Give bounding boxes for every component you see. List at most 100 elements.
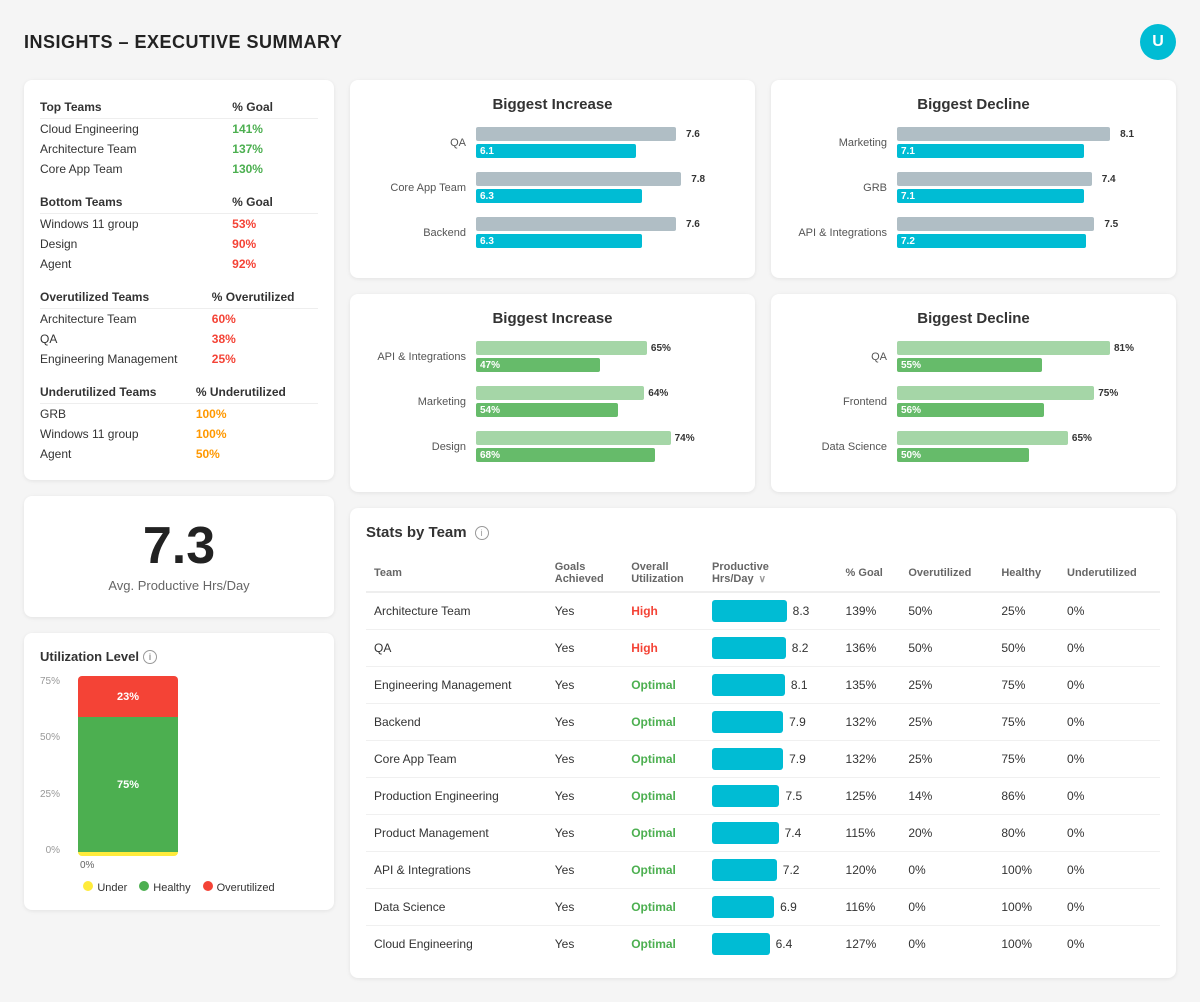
col-prod: ProductiveHrs/Day ∨ [704, 555, 838, 592]
stats-info-icon[interactable]: i [475, 526, 489, 540]
bar-row: QA 7.6 6.1 [366, 127, 739, 158]
table-row: Engineering Management Yes Optimal 8.1 1… [366, 667, 1160, 704]
list-item: Core App Team130% [40, 159, 318, 179]
avg-productive-card: 7.3 Avg. Productive Hrs/Day [24, 496, 334, 617]
underutil-col-name: Underutilized Teams [40, 381, 196, 404]
decline-util-bars: QA 81% 55% Frontend 75% [787, 341, 1160, 462]
biggest-increase-goal-card: Biggest Increase QA 7.6 6.1 Core App Tea… [350, 80, 755, 278]
list-item: Windows 11 group100% [40, 424, 318, 444]
util-legend: Under Healthy Overutilized [40, 881, 318, 894]
stats-table-body: Architecture Team Yes High 8.3 139% 50% … [366, 592, 1160, 962]
y-axis: 75% 50% 25% 0% [40, 676, 66, 856]
bar-row: Frontend 75% 56% [787, 386, 1160, 417]
table-row: QA Yes High 8.2 136% 50% 50% 0% [366, 630, 1160, 667]
legend-healthy: Healthy [139, 881, 190, 894]
col-overutil: Overutilized [900, 555, 993, 592]
teams-card: Top Teams % Goal Cloud Engineering141%Ar… [24, 80, 334, 480]
overutil-col-name: Overutilized Teams [40, 286, 212, 309]
table-row: Product Management Yes Optimal 7.4 115% … [366, 815, 1160, 852]
table-row: Architecture Team Yes High 8.3 139% 50% … [366, 592, 1160, 630]
overutil-col-pct: % Overutilized [212, 286, 318, 309]
top-teams-col-pct: % Goal [232, 96, 318, 119]
col-team: Team [366, 555, 547, 592]
charts-grid: Biggest Increase QA 7.6 6.1 Core App Tea… [350, 80, 1176, 492]
util-bar: 23% 75% [78, 676, 178, 856]
list-item: Cloud Engineering141% [40, 119, 318, 140]
legend-overutil: Overutilized [203, 881, 275, 894]
page-header: INSIGHTS – EXECUTIVE SUMMARY U [24, 24, 1176, 60]
list-item: GRB100% [40, 404, 318, 425]
col-healthy: Healthy [993, 555, 1059, 592]
bottom-teams-col-name: Bottom Teams [40, 191, 232, 214]
under-label-bottom: 0% [40, 860, 318, 871]
main-grid: Top Teams % Goal Cloud Engineering141%Ar… [24, 80, 1176, 978]
overutil-bar-seg: 23% [78, 676, 178, 717]
underutil-col-pct: % Underutilized [196, 381, 318, 404]
top-teams-col-name: Top Teams [40, 96, 232, 119]
table-row: API & Integrations Yes Optimal 7.2 120% … [366, 852, 1160, 889]
col-goals: GoalsAchieved [547, 555, 623, 592]
utilization-card: Utilization Level i 75% 50% 25% 0% 23% 7… [24, 633, 334, 910]
bar-row: Design 74% 68% [366, 431, 739, 462]
increase-util-title: Biggest Increase [366, 310, 739, 327]
bar-row: Backend 7.6 6.3 [366, 217, 739, 248]
decline-goal-bars: Marketing 8.1 7.1 GRB 7.4 [787, 127, 1160, 248]
decline-util-title: Biggest Decline [787, 310, 1160, 327]
bar-row: Marketing 8.1 7.1 [787, 127, 1160, 158]
biggest-increase-util-card: Biggest Increase API & Integrations 65% … [350, 294, 755, 492]
underutil-teams-table: Underutilized Teams % Underutilized GRB1… [40, 381, 318, 464]
increase-goal-bars: QA 7.6 6.1 Core App Team 7.8 [366, 127, 739, 248]
list-item: Agent50% [40, 444, 318, 464]
bar-row: GRB 7.4 7.1 [787, 172, 1160, 203]
right-column: Biggest Increase QA 7.6 6.1 Core App Tea… [350, 80, 1176, 978]
overutil-teams-table: Overutilized Teams % Overutilized Archit… [40, 286, 318, 369]
list-item: Design90% [40, 234, 318, 254]
list-item: Engineering Management25% [40, 349, 318, 369]
bar-row: Core App Team 7.8 6.3 [366, 172, 739, 203]
bar-row: API & Integrations 7.5 7.2 [787, 217, 1160, 248]
bar-row: API & Integrations 65% 47% [366, 341, 739, 372]
list-item: QA38% [40, 329, 318, 349]
list-item: Architecture Team60% [40, 309, 318, 330]
stacked-bar: 23% 75% [78, 676, 178, 856]
sort-icon[interactable]: ∨ [759, 574, 766, 585]
stats-title: Stats by Team [366, 524, 467, 541]
table-row: Production Engineering Yes Optimal 7.5 1… [366, 778, 1160, 815]
left-column: Top Teams % Goal Cloud Engineering141%Ar… [24, 80, 334, 978]
page-title: INSIGHTS – EXECUTIVE SUMMARY [24, 32, 342, 53]
top-teams-table: Top Teams % Goal Cloud Engineering141%Ar… [40, 96, 318, 179]
table-row: Core App Team Yes Optimal 7.9 132% 25% 7… [366, 741, 1160, 778]
decline-goal-title: Biggest Decline [787, 96, 1160, 113]
bar-row: Marketing 64% 54% [366, 386, 739, 417]
util-info-icon[interactable]: i [143, 650, 157, 664]
avg-label: Avg. Productive Hrs/Day [40, 578, 318, 593]
list-item: Windows 11 group53% [40, 214, 318, 235]
bottom-teams-col-pct: % Goal [232, 191, 318, 214]
list-item: Agent92% [40, 254, 318, 274]
list-item: Architecture Team137% [40, 139, 318, 159]
stats-table-card: Stats by Team i Team GoalsAchieved Overa… [350, 508, 1176, 978]
bar-row: QA 81% 55% [787, 341, 1160, 372]
avg-value: 7.3 [40, 520, 318, 572]
table-row: Cloud Engineering Yes Optimal 6.4 127% 0… [366, 926, 1160, 963]
table-row: Backend Yes Optimal 7.9 132% 25% 75% 0% [366, 704, 1160, 741]
page: INSIGHTS – EXECUTIVE SUMMARY U Top Teams… [0, 0, 1200, 1002]
healthy-bar-seg: 75% [78, 717, 178, 852]
table-row: Data Science Yes Optimal 6.9 116% 0% 100… [366, 889, 1160, 926]
col-util: OverallUtilization [623, 555, 704, 592]
user-avatar[interactable]: U [1140, 24, 1176, 60]
util-title: Utilization Level i [40, 649, 318, 664]
increase-util-bars: API & Integrations 65% 47% Marketing [366, 341, 739, 462]
stats-table: Team GoalsAchieved OverallUtilization Pr… [366, 555, 1160, 962]
bar-row: Data Science 65% 50% [787, 431, 1160, 462]
biggest-decline-goal-card: Biggest Decline Marketing 8.1 7.1 GRB [771, 80, 1176, 278]
under-bar-seg [78, 852, 178, 856]
col-goal-pct: % Goal [838, 555, 901, 592]
col-underutil: Underutilized [1059, 555, 1160, 592]
stats-table-header-row: Team GoalsAchieved OverallUtilization Pr… [366, 555, 1160, 592]
stats-header: Stats by Team i [366, 524, 1160, 541]
increase-goal-title: Biggest Increase [366, 96, 739, 113]
legend-under: Under [83, 881, 127, 894]
biggest-decline-util-card: Biggest Decline QA 81% 55% Frontend [771, 294, 1176, 492]
bottom-teams-table: Bottom Teams % Goal Windows 11 group53%D… [40, 191, 318, 274]
